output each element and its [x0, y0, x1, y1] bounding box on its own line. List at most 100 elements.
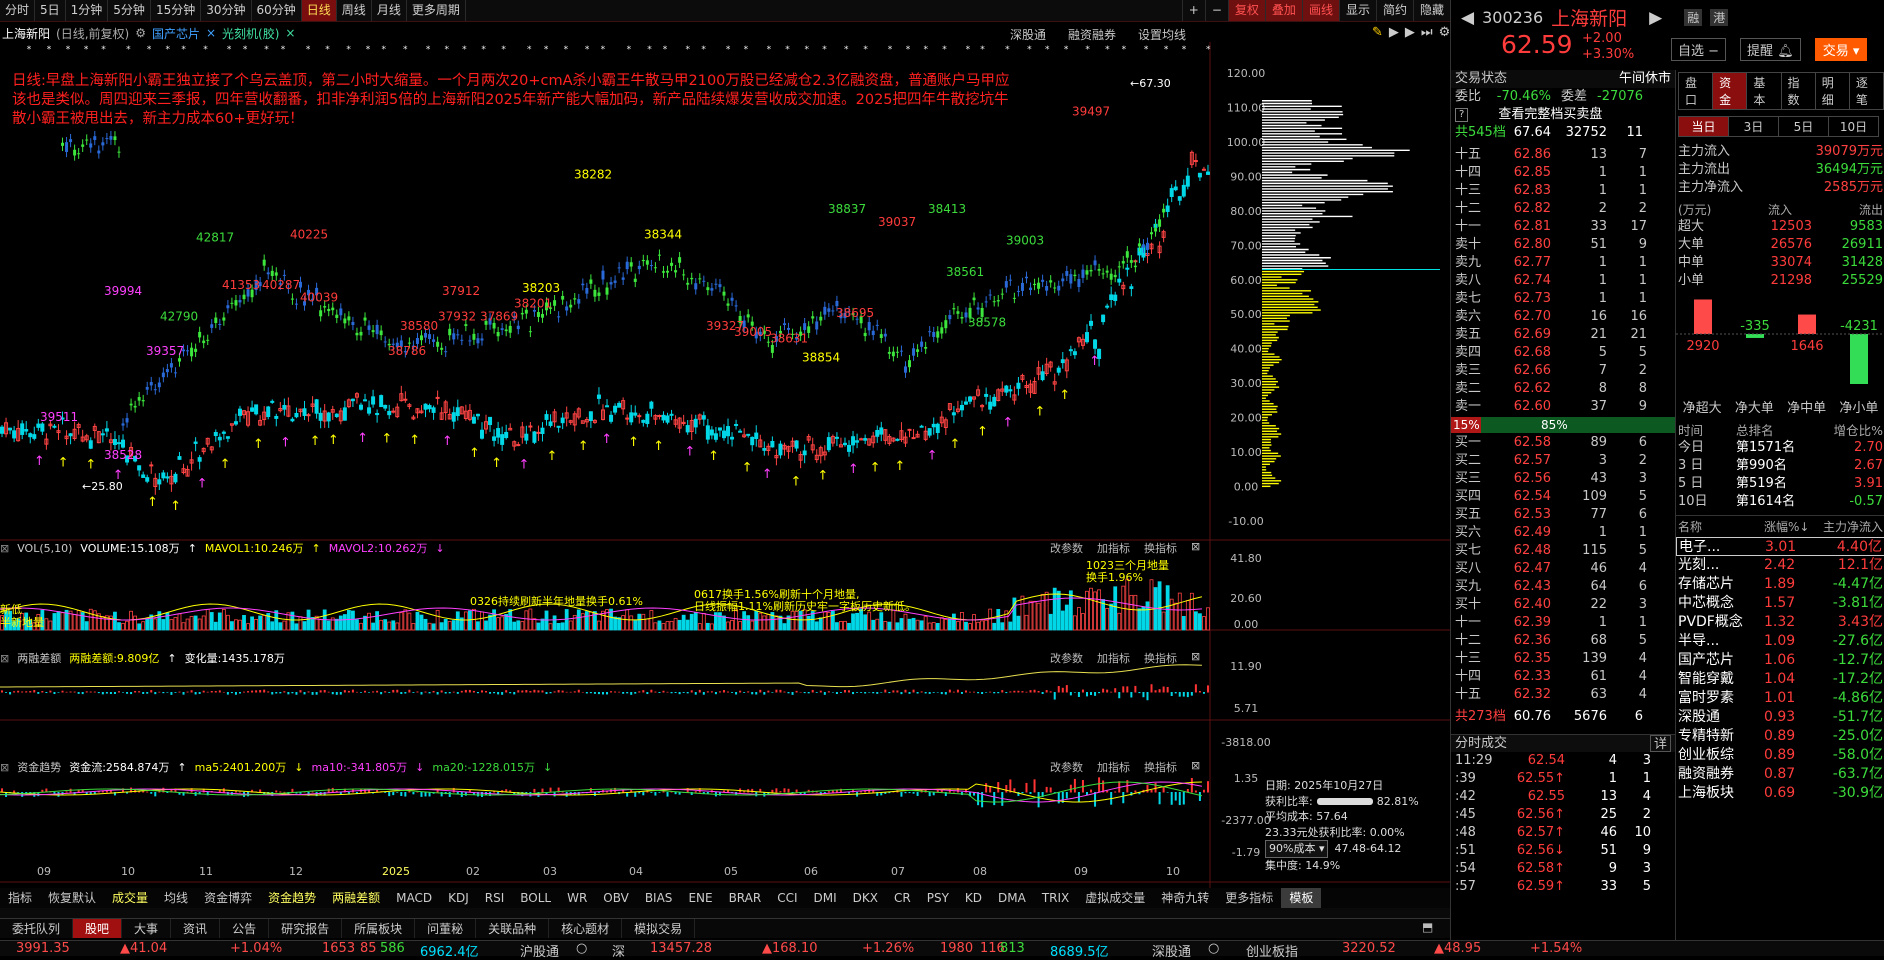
capital-period-2[interactable]: 5日	[1778, 116, 1829, 137]
bottom-tab-1[interactable]: 股吧	[73, 919, 123, 938]
play-icon[interactable]: ▶	[1389, 25, 1399, 40]
bottom-tab-5[interactable]: 研究报告	[269, 919, 343, 938]
indicator-tab-7[interactable]: MACD	[388, 888, 440, 908]
asks-row[interactable]: 卖七 62.73 1 1	[1451, 290, 1675, 308]
toolbar-right-5[interactable]: 显示	[1338, 0, 1376, 21]
indicator-tab-23[interactable]: TRIX	[1034, 888, 1077, 908]
indicator-tab-24[interactable]: 虚拟成交量	[1077, 888, 1153, 908]
bids-row[interactable]: 买五 62.53 77 6	[1451, 506, 1675, 524]
sector-tag-2[interactable]: 光刻机(胶)	[222, 25, 279, 42]
asks-row[interactable]: 十一 62.81 33 17	[1451, 218, 1675, 236]
next-icon[interactable]: ⏭	[1421, 25, 1433, 40]
period-tab-3[interactable]: 5分钟	[108, 0, 151, 21]
close-icon[interactable]: ⊠	[0, 652, 9, 665]
bids-row[interactable]: 买七 62.48 115 5	[1451, 542, 1675, 560]
bids-row[interactable]: 买一 62.58 89 6	[1451, 434, 1675, 452]
indicator-tab-27[interactable]: 模板	[1281, 888, 1322, 908]
indicator-tab-12[interactable]: OBV	[595, 888, 637, 908]
indicator-tab-2[interactable]: 成交量	[104, 888, 156, 908]
link-rzrq[interactable]: 融资融券	[1068, 26, 1116, 43]
capital-tab-3[interactable]: 指数	[1780, 72, 1816, 110]
sector-tag-1[interactable]: 国产芯片	[152, 25, 200, 42]
indicator-tab-13[interactable]: BIAS	[637, 888, 681, 908]
period-tab-5[interactable]: 30分钟	[201, 0, 252, 21]
indicator-tab-17[interactable]: DMI	[806, 888, 845, 908]
bids-row[interactable]: 十三 62.35 139 4	[1451, 650, 1675, 668]
prev-stock-icon[interactable]: ◀	[1461, 8, 1474, 28]
gear-icon[interactable]: ⚙	[1439, 25, 1451, 40]
indicator-tab-1[interactable]: 恢复默认	[40, 888, 104, 908]
period-tab-4[interactable]: 15分钟	[151, 0, 202, 21]
gear-icon[interactable]: ⚙	[135, 26, 146, 40]
toolbar-right-3[interactable]: 叠加	[1264, 0, 1302, 21]
bids-row[interactable]: 买四 62.54 109 5	[1451, 488, 1675, 506]
indicator-tab-15[interactable]: BRAR	[721, 888, 770, 908]
indicator-tab-25[interactable]: 神奇九转	[1153, 888, 1217, 908]
asks-row[interactable]: 卖一 62.60 37 9	[1451, 398, 1675, 416]
sector-row[interactable]: 国产芯片 1.06 -12.7亿	[1676, 651, 1884, 670]
indicator-tab-4[interactable]: 资金博弈	[196, 888, 260, 908]
sector-row[interactable]: 上海板块 0.69 -30.9亿	[1676, 784, 1884, 803]
paint-icon[interactable]: ✎	[1372, 25, 1383, 40]
asks-row[interactable]: 十四 62.85 1 1	[1451, 164, 1675, 182]
watchlist-button[interactable]: 自选 −	[1671, 38, 1727, 61]
bids-row[interactable]: 十五 62.32 63 4	[1451, 686, 1675, 704]
bids-row[interactable]: 买九 62.43 64 6	[1451, 578, 1675, 596]
toolbar-right-4[interactable]: 画线	[1301, 0, 1339, 21]
capital-period-3[interactable]: 10日	[1828, 116, 1879, 137]
edit-params-button[interactable]: 改参数	[1050, 650, 1083, 666]
badge-hk[interactable]: 港	[1710, 9, 1729, 26]
next-stock-icon[interactable]: ▶	[1649, 8, 1662, 28]
expand-icon[interactable]: ⬒	[1422, 920, 1433, 934]
sector-row[interactable]: 电子... 3.01 4.40亿	[1676, 537, 1884, 556]
indicator-tab-0[interactable]: 指标	[0, 888, 40, 908]
bottom-tab-9[interactable]: 核心题材	[549, 919, 623, 938]
bids-row[interactable]: 买八 62.47 46 4	[1451, 560, 1675, 578]
indicator-tab-5[interactable]: 资金趋势	[260, 888, 324, 908]
capital-tab-2[interactable]: 基本	[1746, 72, 1782, 110]
fs-detail-button[interactable]: 详	[1649, 735, 1671, 752]
link-ma-settings[interactable]: 设置均线	[1138, 26, 1186, 43]
sector-row[interactable]: 存储芯片 1.89 -4.47亿	[1676, 575, 1884, 594]
toolbar-right-2[interactable]: 复权	[1227, 0, 1265, 21]
bottom-tab-4[interactable]: 公告	[220, 919, 270, 938]
capital-tab-1[interactable]: 资金	[1712, 72, 1748, 110]
bids-row[interactable]: 十二 62.36 68 5	[1451, 632, 1675, 650]
bids-row[interactable]: 十一 62.39 1 1	[1451, 614, 1675, 632]
alert-button[interactable]: 提醒 🔔︎	[1740, 38, 1801, 61]
toolbar-right-0[interactable]: +	[1181, 0, 1205, 21]
horizontal-scroll[interactable]	[0, 908, 1450, 918]
capital-period-0[interactable]: 当日	[1678, 116, 1729, 137]
bids-row[interactable]: 买十 62.40 22 3	[1451, 596, 1675, 614]
switch-indicator-button[interactable]: 换指标	[1144, 650, 1177, 666]
asks-row[interactable]: 卖五 62.69 21 21	[1451, 326, 1675, 344]
bottom-tab-0[interactable]: 委托队列	[0, 919, 74, 938]
indicator-tab-19[interactable]: CR	[886, 888, 919, 908]
indicator-tab-14[interactable]: ENE	[680, 888, 720, 908]
sector-row[interactable]: 中芯概念 1.57 -3.81亿	[1676, 594, 1884, 613]
asks-row[interactable]: 卖四 62.68 5 5	[1451, 344, 1675, 362]
period-tab-2[interactable]: 1分钟	[66, 0, 109, 21]
capital-period-1[interactable]: 3日	[1728, 116, 1779, 137]
add-indicator-button[interactable]: 加指标	[1097, 540, 1130, 556]
switch-indicator-button[interactable]: 换指标	[1144, 759, 1177, 775]
capital-tab-5[interactable]: 逐笔	[1848, 72, 1884, 110]
indicator-tab-20[interactable]: PSY	[919, 888, 957, 908]
bottom-tab-6[interactable]: 所属板块	[342, 919, 416, 938]
close-icon[interactable]: ⊠	[1191, 650, 1200, 666]
close-icon[interactable]: ⊠	[0, 542, 9, 555]
indicator-tab-9[interactable]: RSI	[477, 888, 513, 908]
add-indicator-button[interactable]: 加指标	[1097, 650, 1130, 666]
indicator-tab-3[interactable]: 均线	[156, 888, 196, 908]
asks-row[interactable]: 卖二 62.62 8 8	[1451, 380, 1675, 398]
edit-params-button[interactable]: 改参数	[1050, 759, 1083, 775]
help-icon[interactable]: ?	[1455, 108, 1469, 122]
bottom-tab-8[interactable]: 关联品种	[476, 919, 550, 938]
indicator-tab-21[interactable]: KD	[957, 888, 990, 908]
play-icon[interactable]: ▶	[1405, 25, 1415, 40]
asks-row[interactable]: 卖八 62.74 1 1	[1451, 272, 1675, 290]
sector-row[interactable]: 专精特新 0.89 -25.0亿	[1676, 727, 1884, 746]
period-tab-7[interactable]: 日线	[301, 0, 337, 21]
bids-row[interactable]: 买六 62.49 1 1	[1451, 524, 1675, 542]
asks-row[interactable]: 十三 62.83 1 1	[1451, 182, 1675, 200]
